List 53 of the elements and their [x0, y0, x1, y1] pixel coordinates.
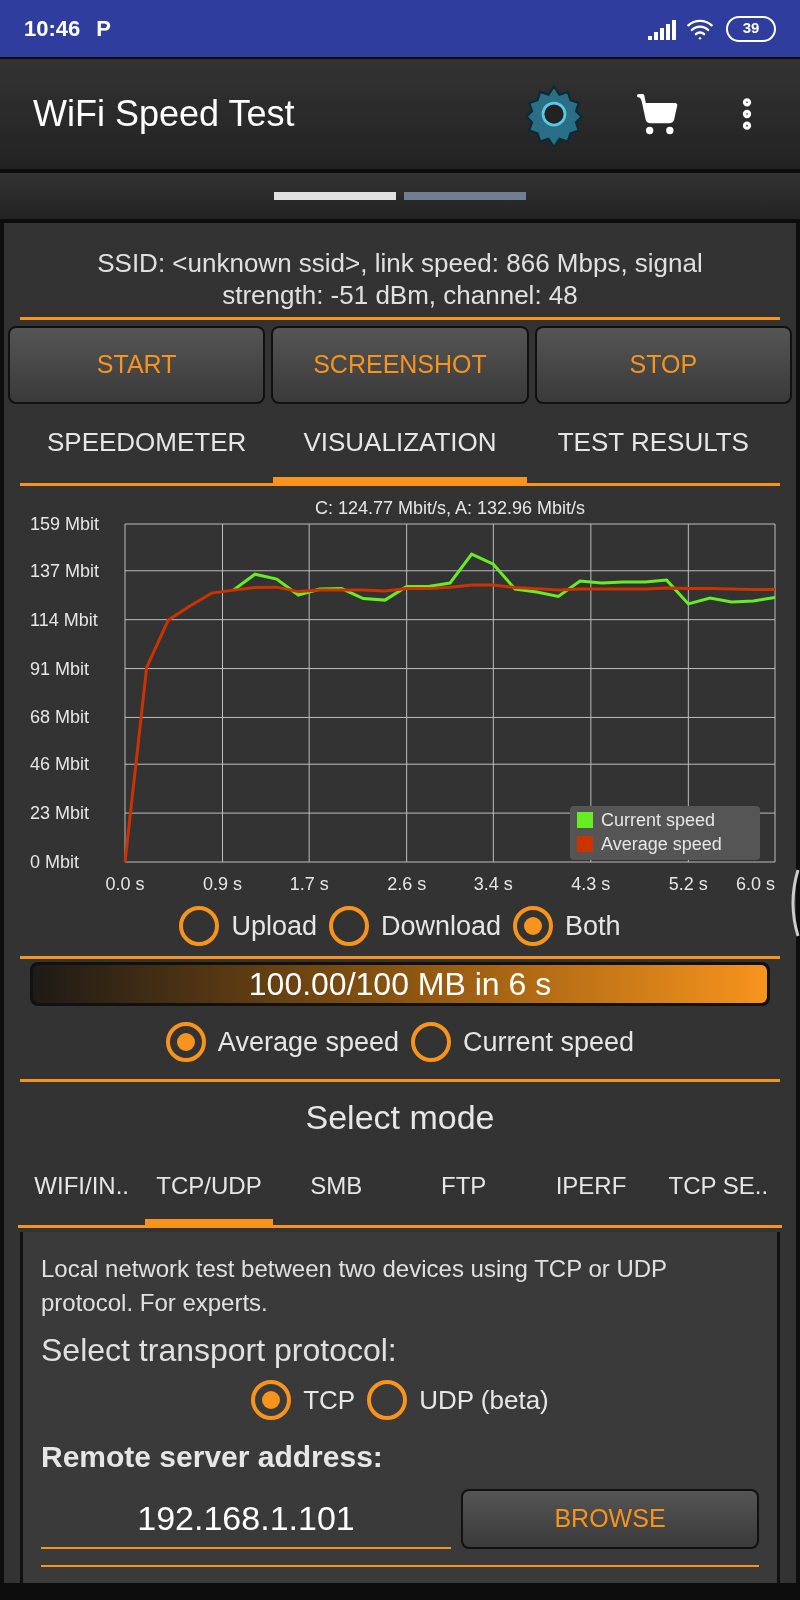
x-axis-label: 0.9 s [203, 874, 242, 894]
radio-option[interactable]: UDP (beta) [367, 1380, 549, 1420]
address-label: Remote server address: [41, 1439, 384, 1475]
address-field[interactable]: 192.168.1.101 [41, 1489, 451, 1549]
clock: 10:46 [24, 15, 81, 43]
x-axis-label: 0.0 s [105, 874, 145, 894]
action-button[interactable]: SCREENSHOT [271, 326, 529, 404]
protocol-label: Select transport protocol: [41, 1331, 398, 1370]
chart-title: C: 124.77 Mbit/s, A: 132.96 Mbit/s [314, 498, 586, 518]
y-axis-label: 114 Mbit [30, 609, 98, 630]
tab[interactable]: TEST RESULTS [526, 408, 780, 483]
mode-tab[interactable]: TCP SE.. [654, 1153, 782, 1225]
radio-option[interactable]: TCP [251, 1380, 356, 1420]
mode-tab[interactable]: FTP [400, 1153, 528, 1225]
x-axis-label: 5.2 s [668, 874, 708, 894]
signal-icon [648, 17, 678, 40]
y-axis-label: 159 Mbit [30, 514, 100, 534]
battery-icon: 39 [726, 15, 776, 42]
radio-option[interactable]: Current speed [411, 1022, 635, 1063]
radio-option[interactable]: Average speed [165, 1022, 399, 1063]
browse-button[interactable]: BROWSE [461, 1489, 759, 1549]
mode-tab[interactable]: TCP/UDP [145, 1153, 273, 1225]
legend-label: Average speed [601, 834, 722, 854]
connection-info: SSID: <unknown ssid>, link speed: 866 Mbps, signal strength: -51 dBm, channel: 48 [20, 247, 780, 320]
y-axis-label: 68 Mbit [30, 707, 90, 728]
action-button[interactable]: START [8, 326, 266, 404]
progress-text: 100.00/100 MB in 6 s [248, 964, 552, 1004]
mode-tab[interactable]: WIFI/IN.. [18, 1153, 146, 1225]
tab[interactable]: VISUALIZATION [273, 408, 527, 483]
x-axis-label: 3.4 s [473, 874, 513, 894]
tab[interactable]: SPEEDOMETER [20, 408, 274, 483]
y-axis-label: 0 Mbit [30, 852, 80, 872]
action-button[interactable]: STOP [534, 326, 792, 404]
mode-description: Local network test between two devices using TCP or UDP protocol. For experts. [41, 1254, 668, 1318]
radio-option[interactable]: Both [513, 905, 621, 947]
edge-handle-icon [788, 868, 800, 938]
x-axis-label: 2.6 s [387, 874, 427, 894]
cart-icon[interactable] [635, 92, 679, 136]
y-axis-label: 91 Mbit [30, 658, 90, 679]
mode-tab[interactable]: SMB [272, 1153, 400, 1225]
x-axis-label: 6.0 s [735, 874, 775, 894]
mode-tab[interactable]: IPERF [527, 1153, 655, 1225]
y-axis-label: 137 Mbit [30, 560, 100, 581]
radio-option[interactable]: Download [328, 905, 502, 947]
x-axis-label: 1.7 s [289, 874, 329, 894]
notification-icon: P [96, 12, 111, 45]
x-axis-label: 4.3 s [571, 874, 611, 894]
section-title: Select mode [304, 1097, 496, 1138]
app-title: WiFi Speed Test [33, 92, 296, 136]
y-axis-label: 46 Mbit [30, 754, 90, 775]
legend-label: Current speed [601, 810, 716, 830]
radio-option[interactable]: Upload [179, 905, 317, 947]
y-axis-label: 23 Mbit [30, 803, 90, 824]
